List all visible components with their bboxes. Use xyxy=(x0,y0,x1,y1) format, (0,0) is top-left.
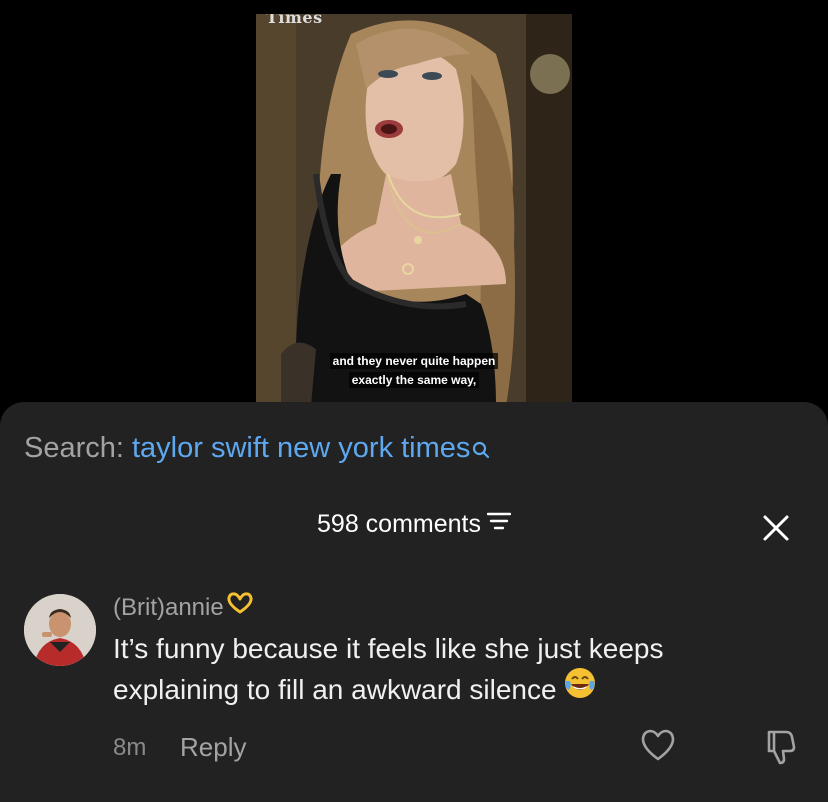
heart-outline-icon[interactable] xyxy=(640,728,676,767)
video-watermark: Times xyxy=(266,14,323,27)
close-icon[interactable] xyxy=(762,514,790,542)
comments-sheet: Search: taylor swift new york times 598 … xyxy=(0,402,828,802)
comment-actions-row: 8m Reply xyxy=(113,729,804,770)
search-icon[interactable] xyxy=(472,434,490,467)
avatar[interactable] xyxy=(24,594,96,666)
video-frame[interactable]: Times and they never quite happen exactl… xyxy=(256,14,572,406)
reply-button[interactable]: Reply xyxy=(180,732,246,763)
face-with-tears-of-joy-icon xyxy=(563,666,597,711)
comments-count: 598 comments xyxy=(317,510,481,538)
comment-timestamp: 8m xyxy=(113,734,147,761)
video-caption: and they never quite happen exactly the … xyxy=(256,352,572,390)
video-still-image xyxy=(256,14,572,406)
comments-count-header: 598 comments xyxy=(0,510,828,539)
search-query-text[interactable]: taylor swift new york times xyxy=(132,432,470,464)
related-search-link[interactable]: Search: taylor swift new york times xyxy=(24,432,490,467)
username-text[interactable]: (Brit)annie xyxy=(113,594,224,621)
comment-username[interactable]: (Brit)annie xyxy=(113,592,254,622)
search-prefix-label: Search: xyxy=(24,432,132,464)
caption-line-2: exactly the same way, xyxy=(348,372,480,388)
comment-body: It’s funny because it feels like she jus… xyxy=(113,628,793,711)
thumbs-down-icon[interactable] xyxy=(764,728,800,771)
video-player[interactable]: Times and they never quite happen exactl… xyxy=(0,0,828,420)
caption-line-1: and they never quite happen xyxy=(329,353,499,369)
filter-icon[interactable] xyxy=(486,509,512,538)
heart-hands-icon xyxy=(226,592,254,621)
